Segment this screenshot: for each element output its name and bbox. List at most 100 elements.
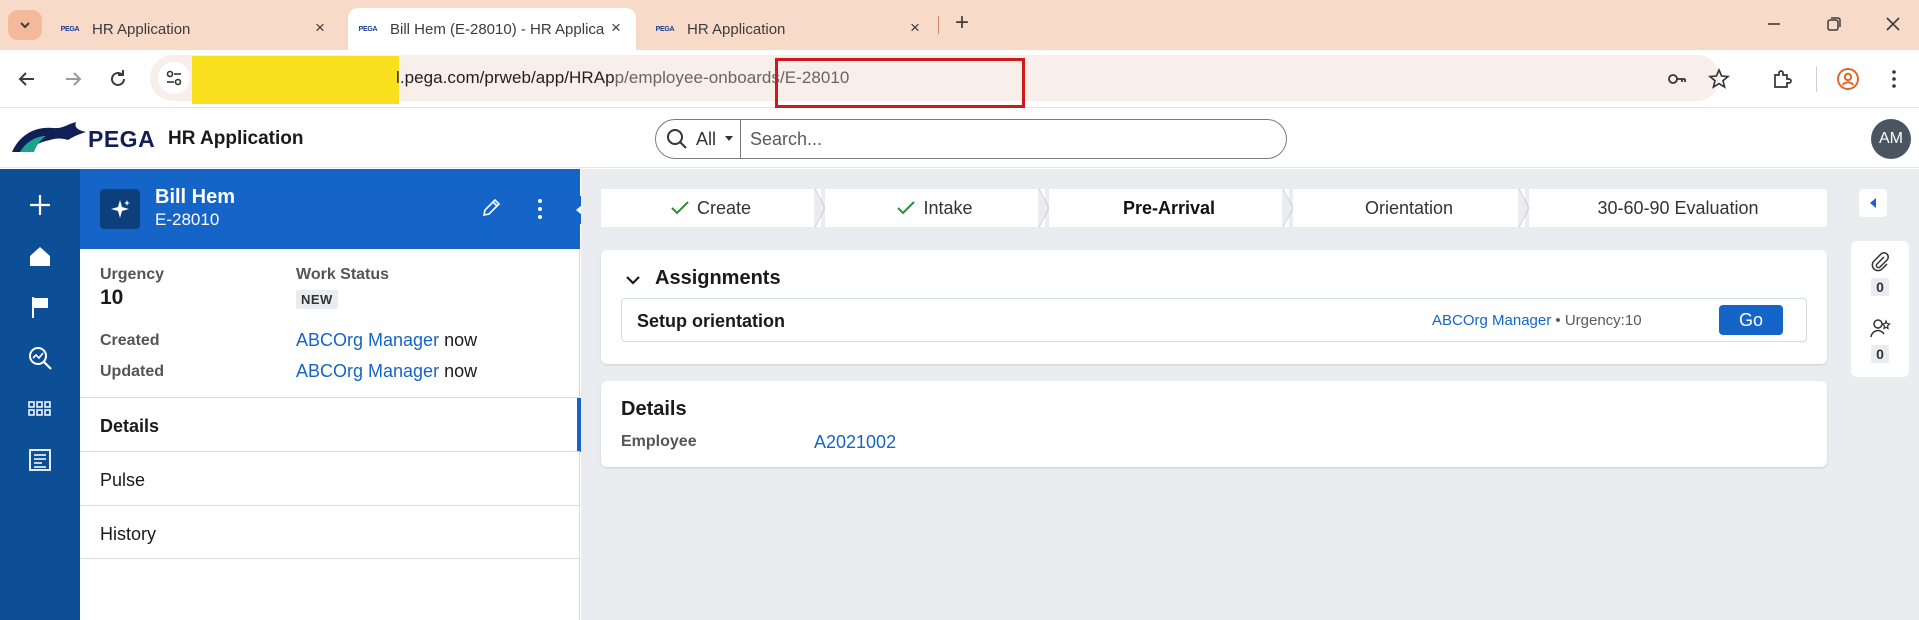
case-name: Bill Hem — [155, 186, 236, 208]
pega-brand: PEGA — [88, 126, 156, 152]
new-tab-plus-icon[interactable]: + — [950, 11, 974, 36]
assignments-title[interactable]: Assignments — [655, 267, 781, 290]
profile-icon[interactable] — [1836, 67, 1860, 91]
case-header: Bill Hem E-28010 — [80, 169, 580, 249]
details-card: Details Employee A2021002 — [601, 381, 1827, 467]
site-info-button[interactable] — [158, 62, 190, 94]
status-badge: NEW — [296, 290, 338, 309]
browser-toolbar: l.pega.com/prweb/app/HRApp/employee-onbo… — [0, 50, 1919, 108]
tab-title: HR Application — [92, 20, 191, 38]
assignee-link[interactable]: ABCOrg Manager — [1432, 312, 1551, 329]
employee-label: Employee — [621, 433, 697, 450]
global-search: All — [655, 119, 1287, 159]
created-when: now — [444, 330, 478, 350]
reload-icon[interactable] — [106, 67, 130, 91]
tab-search-button[interactable] — [8, 10, 42, 40]
close-tab-icon[interactable]: × — [608, 19, 624, 36]
updated-value: ABCOrg Manager now — [296, 361, 477, 382]
followers-icon[interactable] — [1869, 317, 1891, 339]
forward-arrow-icon[interactable] — [61, 67, 85, 91]
utility-card: 0 0 — [1851, 241, 1909, 377]
redaction-block — [192, 56, 399, 104]
case-tabs: Details Pulse History — [80, 397, 581, 559]
urgency-value: 10 — [100, 286, 124, 309]
browser-tabstrip: PEGA HR Application × PEGA Bill Hem (E-2… — [0, 0, 1919, 50]
reports-icon[interactable] — [26, 446, 54, 474]
tab-history[interactable]: History — [80, 505, 580, 559]
tune-icon — [166, 70, 182, 86]
stage-orientation[interactable]: Orientation — [1293, 189, 1525, 227]
home-icon[interactable] — [26, 242, 54, 270]
restore-icon[interactable] — [1822, 12, 1846, 36]
updated-label: Updated — [100, 363, 164, 380]
password-key-icon[interactable] — [1665, 67, 1689, 91]
stage-chevrons: Create Intake Pre-Arrival Orientation 30… — [601, 189, 1827, 227]
browser-tab-3[interactable]: PEGA HR Application × — [645, 8, 935, 50]
browser-tab-2[interactable]: PEGA Bill Hem (E-28010) - HR Applica × — [348, 8, 636, 50]
updated-when: now — [444, 361, 478, 381]
check-icon — [897, 201, 916, 215]
assignments-card: Assignments Setup orientation ABCOrg Man… — [601, 250, 1827, 364]
search-icon — [667, 129, 687, 149]
chevron-down-icon[interactable] — [625, 272, 641, 288]
filter-caret-icon[interactable] — [725, 136, 733, 141]
stage-create[interactable]: Create — [601, 189, 821, 227]
minimize-icon[interactable] — [1762, 12, 1786, 36]
work-status-label: Work Status — [296, 266, 390, 283]
followers-count: 0 — [1871, 345, 1889, 363]
stage-label: Orientation — [1364, 197, 1454, 218]
close-tab-icon[interactable]: × — [312, 19, 328, 36]
case-summary-panel: Bill Hem E-28010 Urgency 10 Work Status … — [80, 169, 581, 620]
expand-utilities-button[interactable] — [1859, 189, 1887, 217]
updated-by-link[interactable]: ABCOrg Manager — [296, 361, 439, 381]
sparkle-icon — [111, 200, 130, 218]
created-value: ABCOrg Manager now — [296, 330, 477, 351]
tab-title: Bill Hem (E-28010) - HR Applica — [390, 20, 605, 38]
back-arrow-icon[interactable] — [15, 67, 39, 91]
flag-icon[interactable] — [26, 293, 54, 321]
more-actions-icon[interactable] — [535, 197, 545, 221]
close-tab-icon[interactable]: × — [907, 19, 923, 36]
stage-intake[interactable]: Intake — [825, 189, 1045, 227]
left-navigation — [0, 169, 80, 620]
user-avatar[interactable]: AM — [1871, 119, 1911, 159]
go-button[interactable]: Go — [1719, 305, 1783, 335]
close-window-icon[interactable] — [1881, 12, 1905, 36]
tab-details[interactable]: Details — [80, 397, 581, 452]
created-by-link[interactable]: ABCOrg Manager — [296, 330, 439, 350]
app-header: PEGA HR Application All AM — [0, 108, 1919, 168]
utility-rail: 0 0 — [1843, 169, 1919, 620]
bookmark-star-icon[interactable] — [1707, 67, 1731, 91]
paperclip-icon[interactable] — [1869, 251, 1891, 273]
toolbar-divider — [1816, 66, 1817, 92]
pega-horse-logo-icon — [12, 122, 86, 152]
tab-separator — [938, 16, 939, 34]
app-title: HR Application — [168, 128, 304, 149]
attachments-count: 0 — [1871, 278, 1889, 296]
created-label: Created — [100, 332, 160, 349]
edit-pencil-icon[interactable] — [480, 197, 502, 219]
tab-pulse[interactable]: Pulse — [80, 451, 580, 505]
stage-pre-arrival[interactable]: Pre-Arrival — [1049, 189, 1289, 227]
details-title: Details — [621, 398, 687, 420]
kebab-menu-icon[interactable] — [1882, 67, 1906, 91]
browser-tab-1[interactable]: PEGA HR Application × — [50, 8, 340, 50]
stage-label: Create — [696, 197, 752, 218]
search-filter-select[interactable]: All — [696, 129, 716, 150]
stage-label: Pre-Arrival — [1122, 197, 1216, 218]
check-icon — [671, 201, 689, 215]
urgency-label: Urgency — [100, 266, 165, 283]
search-input[interactable] — [750, 127, 1270, 151]
plus-icon[interactable] — [26, 191, 54, 219]
employee-link[interactable]: A2021002 — [814, 432, 896, 453]
stage-label: Intake — [923, 197, 973, 218]
main-work-area: Create Intake Pre-Arrival Orientation 30… — [581, 169, 1843, 620]
url-prefix: l.pega.com/prweb/app/HRAp — [396, 68, 615, 87]
apps-grid-icon[interactable] — [26, 395, 54, 423]
search-analytics-icon[interactable] — [26, 344, 54, 372]
extensions-puzzle-icon[interactable] — [1770, 67, 1794, 91]
address-bar[interactable]: l.pega.com/prweb/app/HRApp/employee-onbo… — [150, 55, 1731, 108]
assignment-name: Setup orientation — [637, 311, 785, 331]
assignment-urgency: Urgency:10 — [1564, 312, 1642, 329]
stage-30-60-90-evaluation[interactable]: 30-60-90 Evaluation — [1529, 189, 1827, 227]
